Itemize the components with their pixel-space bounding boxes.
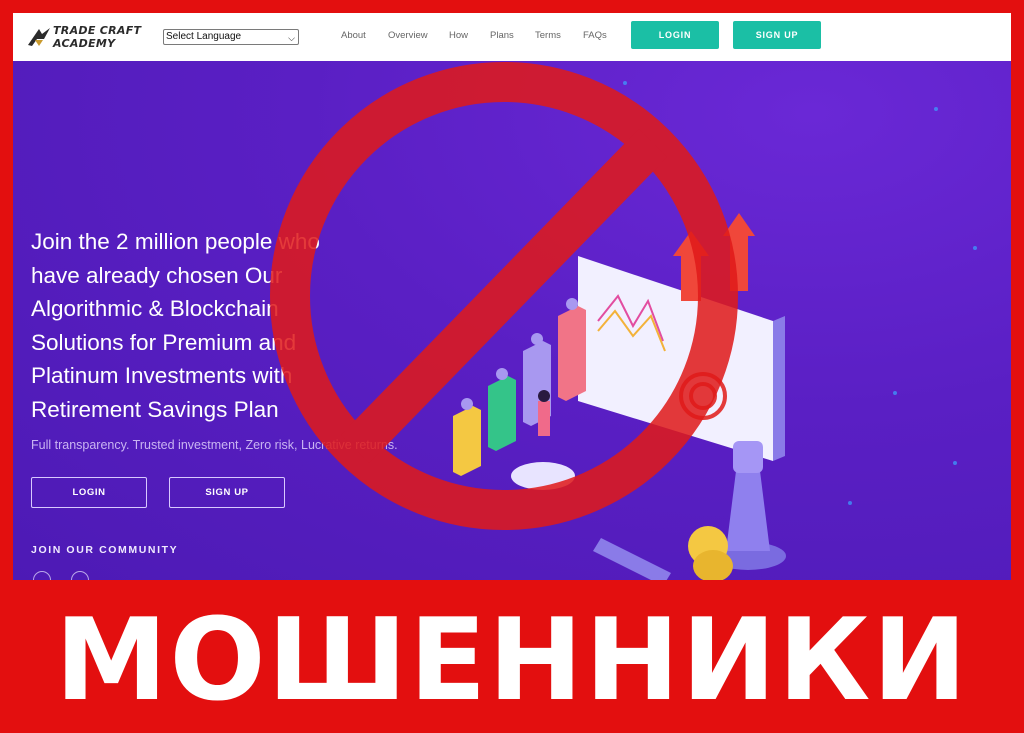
person-figure: [538, 401, 550, 436]
nav-about[interactable]: About: [341, 30, 366, 41]
headline-line: Solutions for Premium and: [31, 329, 297, 355]
join-community-label: JOIN OUR COMMUNITY: [31, 544, 179, 556]
website-screenshot: TRADE CRAFT ACADEMY Select Language ⌵ Ab…: [13, 13, 1011, 580]
platform-disc: [511, 462, 575, 490]
decor-dot: [623, 81, 627, 85]
headline-line: Algorithmic & Blockchain: [31, 296, 279, 321]
chess-knight-icon: [726, 471, 770, 551]
bar-node: [461, 398, 473, 410]
logo-bird-icon: [28, 28, 50, 46]
headline-line: have already chosen Our: [31, 262, 283, 288]
language-select[interactable]: Select Language ⌵: [163, 29, 299, 45]
decor-dot: [953, 461, 957, 465]
logo-line2: ACADEMY: [53, 37, 116, 50]
nav-overview[interactable]: Overview: [388, 30, 428, 41]
decor-dot: [893, 391, 897, 395]
person-head: [538, 390, 550, 402]
nav-plans[interactable]: Plans: [490, 30, 514, 41]
chess-head: [733, 441, 763, 473]
social-icon[interactable]: [33, 571, 51, 580]
bar-yellow: [453, 406, 481, 476]
logo-text: TRADE CRAFT ACADEMY: [53, 24, 141, 50]
hero-login-button[interactable]: LOGIN: [31, 477, 147, 508]
bar-node: [531, 333, 543, 345]
header-signup-button[interactable]: SIGN UP: [733, 21, 821, 49]
scam-warning-caption: МОШЕННИКИ: [55, 594, 969, 726]
hero-headline: Join the 2 million people who have alrea…: [31, 225, 391, 426]
bar-node: [566, 298, 578, 310]
social-icon[interactable]: [71, 571, 89, 580]
bar-pink: [558, 306, 586, 401]
language-select-value: Select Language: [166, 31, 242, 42]
nav-terms[interactable]: Terms: [535, 30, 561, 41]
bar-green: [488, 376, 516, 451]
hero-tagline: Full transparency. Trusted investment, Z…: [31, 438, 398, 452]
decor-dot: [934, 107, 938, 111]
dashboard-board-edge: [773, 316, 785, 461]
headline-line: Retirement Savings Plan: [31, 396, 279, 422]
top-navbar: TRADE CRAFT ACADEMY Select Language ⌵ Ab…: [13, 13, 1011, 61]
up-arrow-icon: [723, 213, 755, 291]
nav-how[interactable]: How: [449, 30, 468, 41]
nav-faqs[interactable]: FAQs: [583, 30, 607, 41]
logo-line1: TRADE CRAFT: [53, 24, 142, 37]
headline-line: Platinum Investments with: [31, 363, 293, 388]
investment-illustration: [453, 213, 786, 580]
header-login-button[interactable]: LOGIN: [631, 21, 719, 49]
decor-dot: [848, 501, 852, 505]
bar-node: [496, 368, 508, 380]
hero-section: Join the 2 million people who have alrea…: [13, 61, 1011, 580]
chevron-down-icon: ⌵: [288, 33, 295, 43]
pencil-icon: [593, 538, 671, 580]
site-logo[interactable]: TRADE CRAFT ACADEMY: [27, 21, 147, 55]
headline-line: Join the 2 million people who: [31, 229, 320, 254]
decor-dot: [973, 246, 977, 250]
hero-signup-button[interactable]: SIGN UP: [169, 477, 285, 508]
